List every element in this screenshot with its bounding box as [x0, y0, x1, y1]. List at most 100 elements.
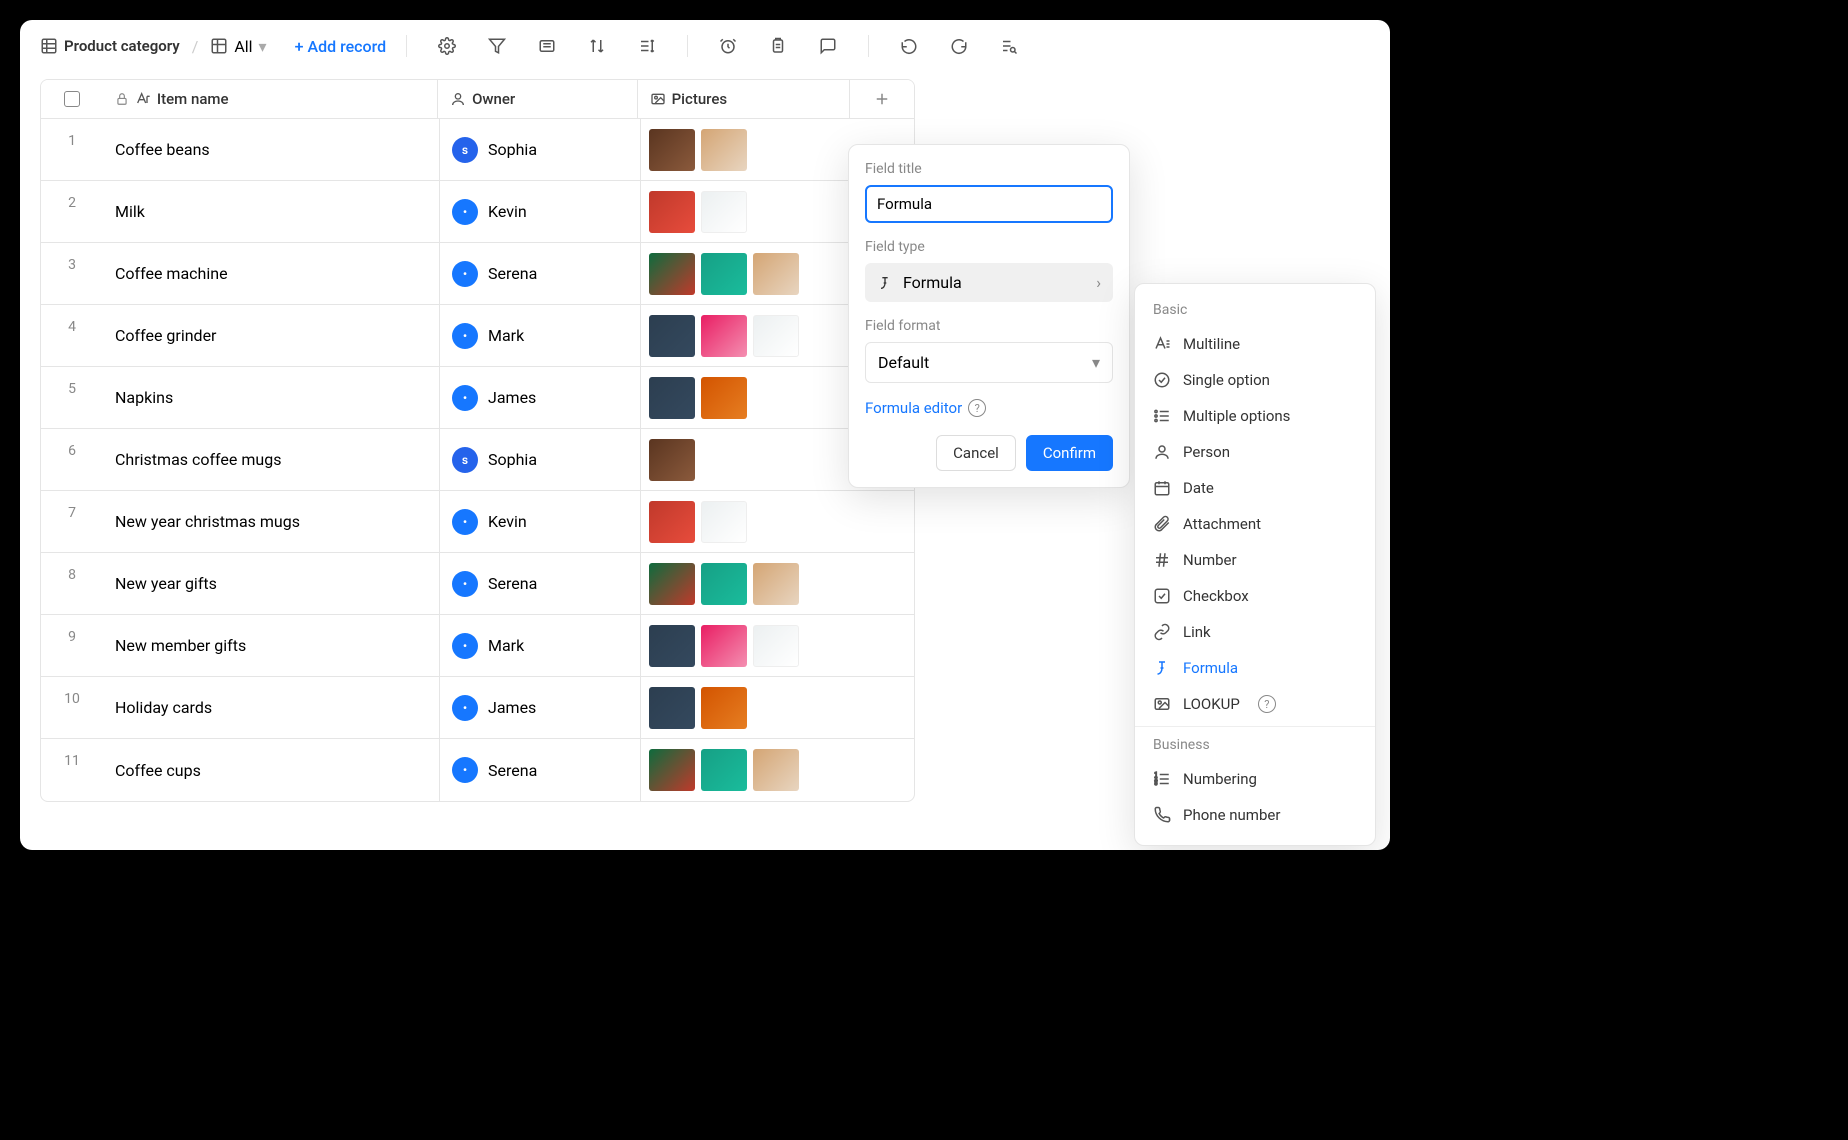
picture-thumbnail[interactable]	[649, 625, 695, 667]
picture-thumbnail[interactable]	[701, 687, 747, 729]
cell-owner[interactable]: • Serena	[440, 739, 640, 801]
field-format-select[interactable]: Default ▾	[865, 342, 1113, 383]
select-all-checkbox[interactable]	[41, 80, 103, 118]
filter-icon[interactable]	[483, 32, 511, 60]
hide-columns-icon[interactable]	[533, 32, 561, 60]
type-option-multiline[interactable]: Multiline	[1135, 326, 1375, 362]
cell-pictures[interactable]	[641, 491, 854, 552]
picture-thumbnail[interactable]	[753, 749, 799, 791]
cell-item-name[interactable]: Milk	[103, 181, 439, 242]
field-type-selector[interactable]: Formula ›	[865, 263, 1113, 302]
cell-item-name[interactable]: Coffee cups	[103, 739, 439, 801]
column-header-pictures[interactable]: Pictures	[638, 80, 851, 118]
cell-owner[interactable]: s Sophia	[440, 429, 640, 490]
table-row[interactable]: 3 Coffee machine • Serena	[41, 243, 914, 305]
type-option-attachment[interactable]: Attachment	[1135, 506, 1375, 542]
formula-editor-link[interactable]: Formula editor ?	[865, 399, 1113, 417]
cell-pictures[interactable]	[641, 739, 854, 801]
add-record-button[interactable]: + Add record	[295, 37, 387, 56]
cell-item-name[interactable]: Coffee machine	[103, 243, 439, 304]
settings-icon[interactable]	[433, 32, 461, 60]
cell-item-name[interactable]: New member gifts	[103, 615, 439, 676]
cell-owner[interactable]: • Serena	[440, 243, 640, 304]
picture-thumbnail[interactable]	[701, 315, 747, 357]
type-option-link[interactable]: Link	[1135, 614, 1375, 650]
redo-icon[interactable]	[945, 32, 973, 60]
cell-pictures[interactable]	[641, 119, 854, 180]
cell-pictures[interactable]	[641, 181, 854, 242]
table-row[interactable]: 9 New member gifts • Mark	[41, 615, 914, 677]
cell-owner[interactable]: • Mark	[440, 615, 640, 676]
type-option-date[interactable]: Date	[1135, 470, 1375, 506]
picture-thumbnail[interactable]	[753, 315, 799, 357]
picture-thumbnail[interactable]	[649, 315, 695, 357]
picture-thumbnail[interactable]	[701, 191, 747, 233]
type-option-checkbox[interactable]: Checkbox	[1135, 578, 1375, 614]
cell-owner[interactable]: • James	[440, 677, 640, 738]
cell-owner[interactable]: • Mark	[440, 305, 640, 366]
cell-pictures[interactable]	[641, 305, 854, 366]
picture-thumbnail[interactable]	[701, 129, 747, 171]
picture-thumbnail[interactable]	[753, 253, 799, 295]
sort-icon[interactable]	[583, 32, 611, 60]
view-switcher[interactable]: All ▾	[210, 37, 266, 56]
type-option-formula[interactable]: Formula	[1135, 650, 1375, 686]
table-row[interactable]: 7 New year christmas mugs • Kevin	[41, 491, 914, 553]
picture-thumbnail[interactable]	[649, 749, 695, 791]
type-option-multiple-options[interactable]: Multiple options	[1135, 398, 1375, 434]
cell-item-name[interactable]: Holiday cards	[103, 677, 439, 738]
confirm-button[interactable]: Confirm	[1026, 435, 1113, 471]
picture-thumbnail[interactable]	[649, 501, 695, 543]
picture-thumbnail[interactable]	[701, 625, 747, 667]
cell-owner[interactable]: • Serena	[440, 553, 640, 614]
cell-item-name[interactable]: New year christmas mugs	[103, 491, 439, 552]
cell-item-name[interactable]: Coffee beans	[103, 119, 439, 180]
type-option-numbering[interactable]: 123Numbering	[1135, 761, 1375, 797]
picture-thumbnail[interactable]	[649, 253, 695, 295]
table-row[interactable]: 11 Coffee cups • Serena	[41, 739, 914, 801]
cell-owner[interactable]: • Kevin	[440, 181, 640, 242]
cell-pictures[interactable]	[641, 553, 854, 614]
picture-thumbnail[interactable]	[753, 563, 799, 605]
undo-icon[interactable]	[895, 32, 923, 60]
cell-item-name[interactable]: New year gifts	[103, 553, 439, 614]
cell-pictures[interactable]	[641, 243, 854, 304]
comment-icon[interactable]	[814, 32, 842, 60]
type-option-number[interactable]: Number	[1135, 542, 1375, 578]
row-height-icon[interactable]	[633, 32, 661, 60]
cell-owner[interactable]: s Sophia	[440, 119, 640, 180]
table-row[interactable]: 1 Coffee beans s Sophia	[41, 119, 914, 181]
search-icon[interactable]	[995, 32, 1023, 60]
picture-thumbnail[interactable]	[753, 625, 799, 667]
picture-thumbnail[interactable]	[701, 253, 747, 295]
breadcrumb[interactable]: Product category	[40, 37, 180, 55]
column-header-name[interactable]: Item name	[103, 80, 438, 118]
table-row[interactable]: 10 Holiday cards • James	[41, 677, 914, 739]
cancel-button[interactable]: Cancel	[936, 435, 1016, 471]
type-option-lookup[interactable]: LOOKUP?	[1135, 686, 1375, 722]
reminder-icon[interactable]	[714, 32, 742, 60]
picture-thumbnail[interactable]	[649, 687, 695, 729]
column-header-owner[interactable]: Owner	[438, 80, 638, 118]
picture-thumbnail[interactable]	[701, 749, 747, 791]
type-option-single-option[interactable]: Single option	[1135, 362, 1375, 398]
cell-pictures[interactable]	[641, 429, 854, 490]
picture-thumbnail[interactable]	[649, 377, 695, 419]
type-option-person[interactable]: Person	[1135, 434, 1375, 470]
clipboard-icon[interactable]	[764, 32, 792, 60]
cell-item-name[interactable]: Napkins	[103, 367, 439, 428]
cell-owner[interactable]: • James	[440, 367, 640, 428]
table-row[interactable]: 4 Coffee grinder • Mark	[41, 305, 914, 367]
cell-pictures[interactable]	[641, 615, 854, 676]
picture-thumbnail[interactable]	[649, 191, 695, 233]
table-row[interactable]: 2 Milk • Kevin	[41, 181, 914, 243]
cell-owner[interactable]: • Kevin	[440, 491, 640, 552]
add-column-button[interactable]	[850, 80, 914, 118]
picture-thumbnail[interactable]	[649, 563, 695, 605]
table-row[interactable]: 6 Christmas coffee mugs s Sophia	[41, 429, 914, 491]
picture-thumbnail[interactable]	[701, 377, 747, 419]
picture-thumbnail[interactable]	[701, 563, 747, 605]
cell-item-name[interactable]: Christmas coffee mugs	[103, 429, 439, 490]
picture-thumbnail[interactable]	[649, 439, 695, 481]
picture-thumbnail[interactable]	[649, 129, 695, 171]
